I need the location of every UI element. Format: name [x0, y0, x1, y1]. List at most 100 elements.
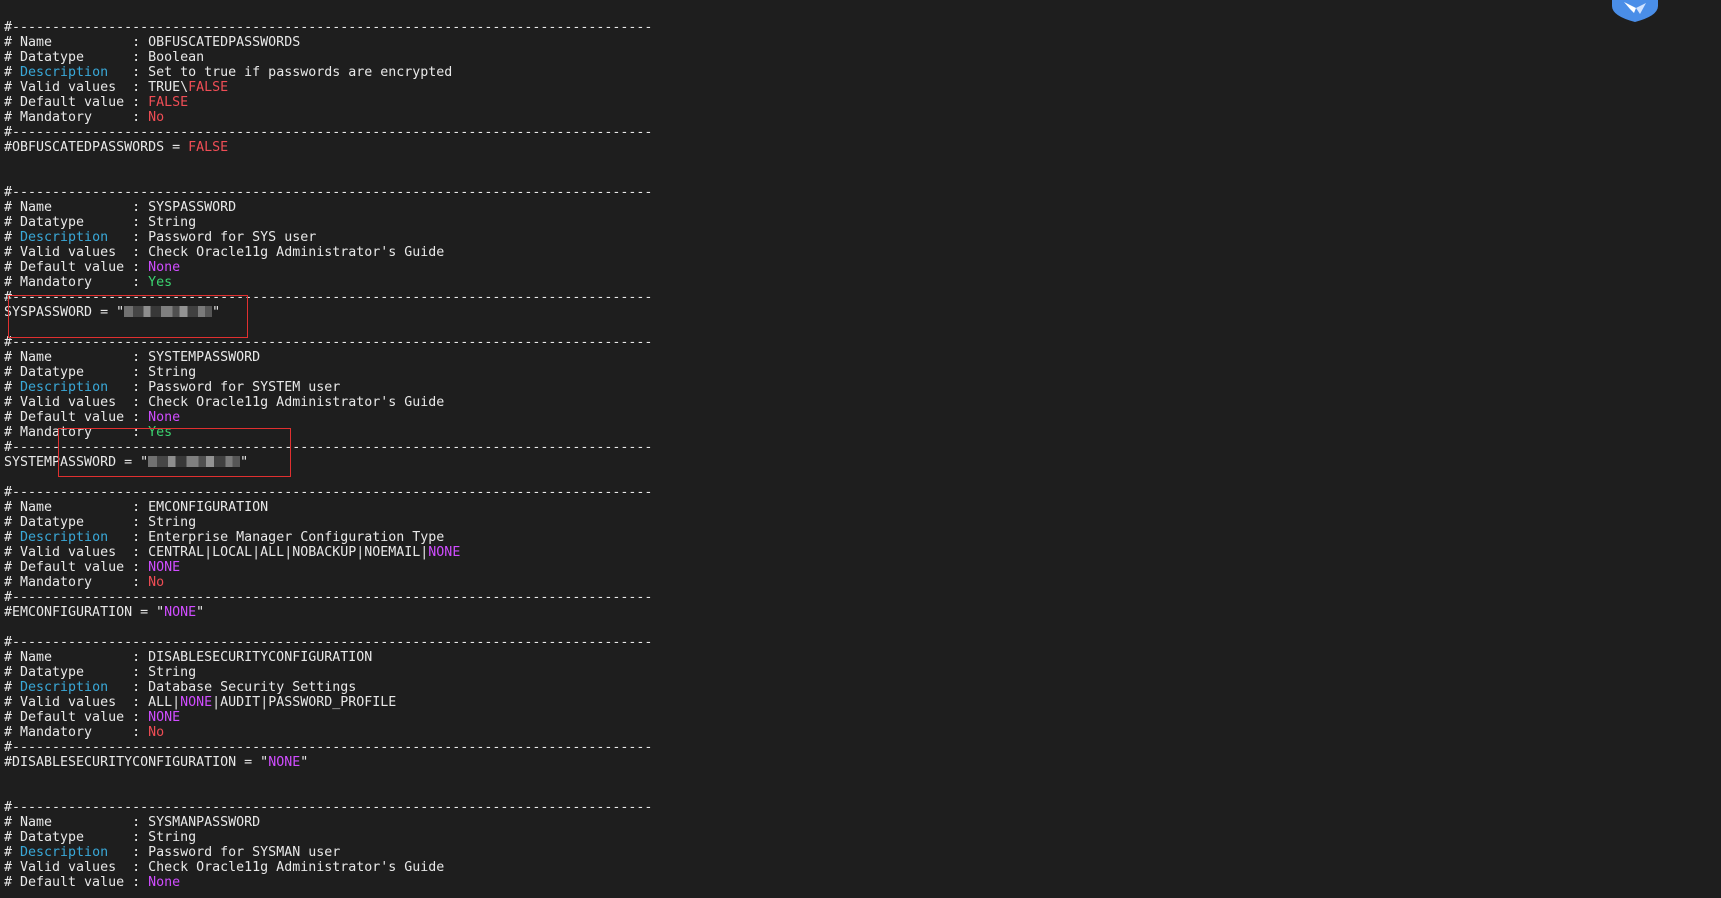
terminal-line: # Description : Password for SYSTEM user	[4, 380, 652, 395]
line-segment: NONE	[164, 605, 197, 620]
line-segment: # Mandatory :	[4, 575, 149, 590]
terminal-line: #EMCONFIGURATION = "NONE"	[4, 605, 652, 620]
line-segment: # Datatype : String	[4, 215, 197, 230]
line-segment: Description	[20, 680, 109, 695]
line-segment: # Valid values : ALL|	[4, 695, 181, 710]
line-segment: # Default value :	[4, 560, 149, 575]
terminal-line: # Description : Enterprise Manager Confi…	[4, 530, 652, 545]
line-segment: #---------------------------------------…	[4, 635, 653, 650]
terminal-line: #---------------------------------------…	[4, 185, 652, 200]
terminal-line: # Valid values : Check Oracle11g Adminis…	[4, 245, 652, 260]
line-segment: "	[196, 605, 205, 620]
line-segment: # Valid values : Check Oracle11g Adminis…	[4, 395, 445, 410]
line-segment: No	[148, 110, 165, 125]
terminal-line: # Datatype : String	[4, 215, 652, 230]
line-segment: # Datatype : Boolean	[4, 50, 205, 65]
line-segment: Description	[20, 530, 109, 545]
line-segment: # Valid values : CENTRAL|LOCAL|ALL|NOBAC…	[4, 545, 429, 560]
terminal-line: # Description : Password for SYSMAN user	[4, 845, 652, 860]
line-segment: # Name : SYSPASSWORD	[4, 200, 237, 215]
terminal-window[interactable]: #---------------------------------------…	[0, 0, 1721, 898]
line-segment: NONE	[428, 545, 461, 560]
line-segment: # Default value :	[4, 410, 149, 425]
line-segment: # Default value :	[4, 260, 149, 275]
line-segment: # Default value :	[4, 710, 149, 725]
line-segment: # Datatype : String	[4, 830, 197, 845]
line-segment: # Datatype : String	[4, 665, 197, 680]
systempassword-highlight	[58, 428, 291, 477]
line-segment: # Name : DISABLESECURITYCONFIGURATION	[4, 650, 373, 665]
terminal-line: # Datatype : String	[4, 365, 652, 380]
line-segment: : Enterprise Manager Configuration Type	[108, 530, 445, 545]
line-segment: #EMCONFIGURATION = "	[4, 605, 165, 620]
terminal-line: # Description : Database Security Settin…	[4, 680, 652, 695]
line-segment: Description	[20, 65, 109, 80]
terminal-line: # Name : EMCONFIGURATION	[4, 500, 652, 515]
terminal-line: # Datatype : String	[4, 830, 652, 845]
line-segment: NONE	[148, 710, 181, 725]
line-segment: # Mandatory :	[4, 110, 149, 125]
line-segment: # Name : OBFUSCATEDPASSWORDS	[4, 35, 301, 50]
terminal-line: # Datatype : String	[4, 515, 652, 530]
terminal-line: # Mandatory : No	[4, 575, 652, 590]
terminal-line: # Default value : NONE	[4, 710, 652, 725]
line-segment: # Name : SYSMANPASSWORD	[4, 815, 261, 830]
terminal-line: #---------------------------------------…	[4, 590, 652, 605]
line-segment: : Password for SYSMAN user	[108, 845, 341, 860]
line-segment: Description	[20, 845, 109, 860]
line-segment: # Mandatory :	[4, 275, 149, 290]
line-segment: # Datatype : String	[4, 515, 197, 530]
terminal-line: #DISABLESECURITYCONFIGURATION = "NONE"	[4, 755, 652, 770]
terminal-line: # Mandatory : No	[4, 110, 652, 125]
terminal-line: # Description : Set to true if passwords…	[4, 65, 652, 80]
line-segment: # Name : SYSTEMPASSWORD	[4, 350, 261, 365]
terminal-line: #---------------------------------------…	[4, 740, 652, 755]
line-segment: #---------------------------------------…	[4, 185, 653, 200]
terminal-line: # Valid values : Check Oracle11g Adminis…	[4, 860, 652, 875]
terminal-line: # Description : Password for SYS user	[4, 230, 652, 245]
terminal-line: # Datatype : Boolean	[4, 50, 652, 65]
terminal-line: # Default value : None	[4, 260, 652, 275]
terminal-line: # Datatype : String	[4, 665, 652, 680]
terminal-line: #---------------------------------------…	[4, 20, 652, 35]
line-segment: #	[4, 230, 21, 245]
line-segment: #---------------------------------------…	[4, 740, 653, 755]
line-segment: NONE	[268, 755, 301, 770]
line-segment: FALSE	[188, 80, 229, 95]
line-segment: : Password for SYS user	[108, 230, 317, 245]
terminal-line: # Default value : None	[4, 875, 652, 890]
terminal-line: # Mandatory : No	[4, 725, 652, 740]
line-segment: # Default value :	[4, 875, 149, 890]
terminal-line: # Valid values : CENTRAL|LOCAL|ALL|NOBAC…	[4, 545, 652, 560]
terminal-line: # Valid values : TRUE\FALSE	[4, 80, 652, 95]
terminal-line: #---------------------------------------…	[4, 125, 652, 140]
line-segment: #	[4, 530, 21, 545]
line-segment: # Valid values : Check Oracle11g Adminis…	[4, 245, 445, 260]
terminal-line: # Default value : FALSE	[4, 95, 652, 110]
line-segment: # Name : EMCONFIGURATION	[4, 500, 269, 515]
terminal-line: #---------------------------------------…	[4, 800, 652, 815]
line-segment: No	[148, 575, 165, 590]
line-segment: #	[4, 845, 21, 860]
line-segment: NONE	[148, 560, 181, 575]
line-segment: FALSE	[188, 140, 229, 155]
line-segment: # Datatype : String	[4, 365, 197, 380]
line-segment: NONE	[180, 695, 213, 710]
line-segment: : Set to true if passwords are encrypted	[108, 65, 453, 80]
terminal-line: # Name : SYSMANPASSWORD	[4, 815, 652, 830]
line-segment: # Valid values : Check Oracle11g Adminis…	[4, 860, 445, 875]
terminal-line: #---------------------------------------…	[4, 635, 652, 650]
line-segment: |AUDIT|PASSWORD_PROFILE	[212, 695, 397, 710]
app-shield-icon[interactable]	[1610, 0, 1660, 22]
line-segment: #	[4, 380, 21, 395]
line-segment: No	[148, 725, 165, 740]
line-segment: # Valid values : TRUE\	[4, 80, 189, 95]
terminal-line: #OBFUSCATEDPASSWORDS = FALSE	[4, 140, 652, 155]
line-segment: Description	[20, 380, 109, 395]
terminal-line: # Mandatory : Yes	[4, 275, 652, 290]
line-segment: #DISABLESECURITYCONFIGURATION = "	[4, 755, 269, 770]
